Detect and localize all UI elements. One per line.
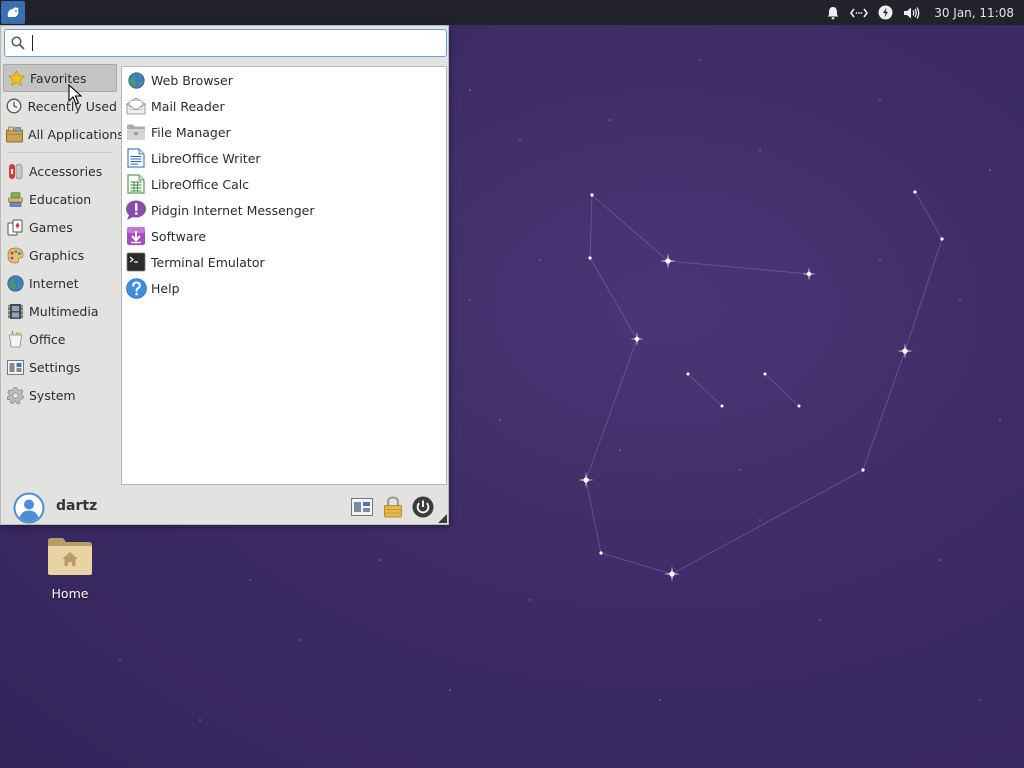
graphics-icon [6,246,24,264]
logout-icon [412,496,434,518]
category-games[interactable]: Games [3,213,117,241]
app-label: LibreOffice Calc [151,176,250,192]
app-label: LibreOffice Writer [151,150,261,166]
writer-icon [125,147,147,169]
app-label: Pidgin Internet Messenger [151,202,315,218]
home-folder-icon [48,538,92,575]
app-label: Terminal Emulator [151,254,265,270]
search-input[interactable] [33,34,446,52]
app-help[interactable]: Help [122,275,446,301]
terminal-icon [125,251,147,273]
category-label: Internet [29,275,79,291]
app-label: Mail Reader [151,98,225,114]
lock-screen-button[interactable] [381,495,405,519]
app-software[interactable]: Software [122,223,446,249]
settings-manager-icon [351,498,373,516]
category-all-applications[interactable]: All Applications [3,120,124,148]
pidgin-icon [125,199,147,221]
user-avatar-icon[interactable] [13,492,45,524]
power-manager-button[interactable] [872,0,898,25]
education-icon [6,190,24,208]
help-icon [125,277,147,299]
search-icon [7,36,29,50]
app-label: Web Browser [151,72,233,88]
category-label: Settings [29,359,81,375]
category-multimedia[interactable]: Multimedia [3,297,117,325]
settings-manager-button[interactable] [350,495,374,519]
bell-icon [827,6,839,19]
app-libreoffice-calc[interactable]: LibreOffice Calc [122,171,446,197]
category-label: System [29,387,76,403]
category-separator [7,152,113,153]
network-icon [850,8,869,17]
star-icon [7,69,25,87]
lock-icon [384,496,402,518]
category-label: Games [29,219,73,235]
category-favorites[interactable]: Favorites [3,64,117,92]
calc-icon [125,173,147,195]
top-panel: 30 Jan, 11:08 [0,0,1024,25]
app-file-manager[interactable]: File Manager [122,119,446,145]
clock[interactable]: 30 Jan, 11:08 [924,6,1024,20]
clock-icon [6,97,23,115]
whisker-menu-button[interactable] [1,1,25,24]
globe-icon [125,69,147,91]
accessories-icon [6,162,24,180]
folder-icon [125,121,147,143]
applications-icon [6,125,23,143]
mail-icon [125,95,147,117]
category-label: Graphics [29,247,85,263]
category-list: Favorites Recently Used All Applications Ac… [3,64,124,409]
office-icon [6,330,24,348]
category-recently-used[interactable]: Recently Used [3,92,117,120]
notifications-button[interactable] [820,0,846,25]
category-system[interactable]: System [3,381,117,409]
xfce-mouse-icon [7,6,19,17]
app-web-browser[interactable]: Web Browser [122,67,446,93]
category-internet[interactable]: Internet [3,269,117,297]
multimedia-icon [6,302,24,320]
system-tray: 30 Jan, 11:08 [820,0,1024,25]
mouse-cursor-icon [68,84,82,105]
category-label: Office [29,331,66,347]
desktop-home-icon[interactable]: Home [35,535,105,601]
globe-icon [6,274,24,292]
username: dartz [56,498,98,514]
category-label: Multimedia [29,303,99,319]
app-mail-reader[interactable]: Mail Reader [122,93,446,119]
application-list: Web Browser Mail Reader File Manager LibreO… [121,66,447,485]
category-label: Accessories [29,163,103,179]
category-graphics[interactable]: Graphics [3,241,117,269]
category-office[interactable]: Office [3,325,117,353]
network-button[interactable] [846,0,872,25]
resize-grip-icon[interactable] [438,514,447,523]
app-label: Software [151,228,207,244]
category-accessories[interactable]: Accessories [3,157,117,185]
logout-button[interactable] [411,495,435,519]
app-label: File Manager [151,124,231,140]
app-terminal-emulator[interactable]: Terminal Emulator [122,249,446,275]
search-field[interactable] [4,29,447,57]
category-education[interactable]: Education [3,185,117,213]
menu-footer: dartz [1,488,448,524]
volume-button[interactable] [898,0,924,25]
settings-icon [6,358,24,376]
games-icon [6,218,24,236]
gear-icon [6,386,24,404]
home-label: Home [51,586,89,601]
category-settings[interactable]: Settings [3,353,117,381]
category-label: All Applications [28,126,124,142]
category-label: Education [29,191,92,207]
software-icon [125,225,147,247]
app-pidgin-internet-messenger[interactable]: Pidgin Internet Messenger [122,197,446,223]
app-libreoffice-writer[interactable]: LibreOffice Writer [122,145,446,171]
volume-icon [903,6,920,19]
app-label: Help [151,280,180,296]
power-icon [878,5,893,20]
